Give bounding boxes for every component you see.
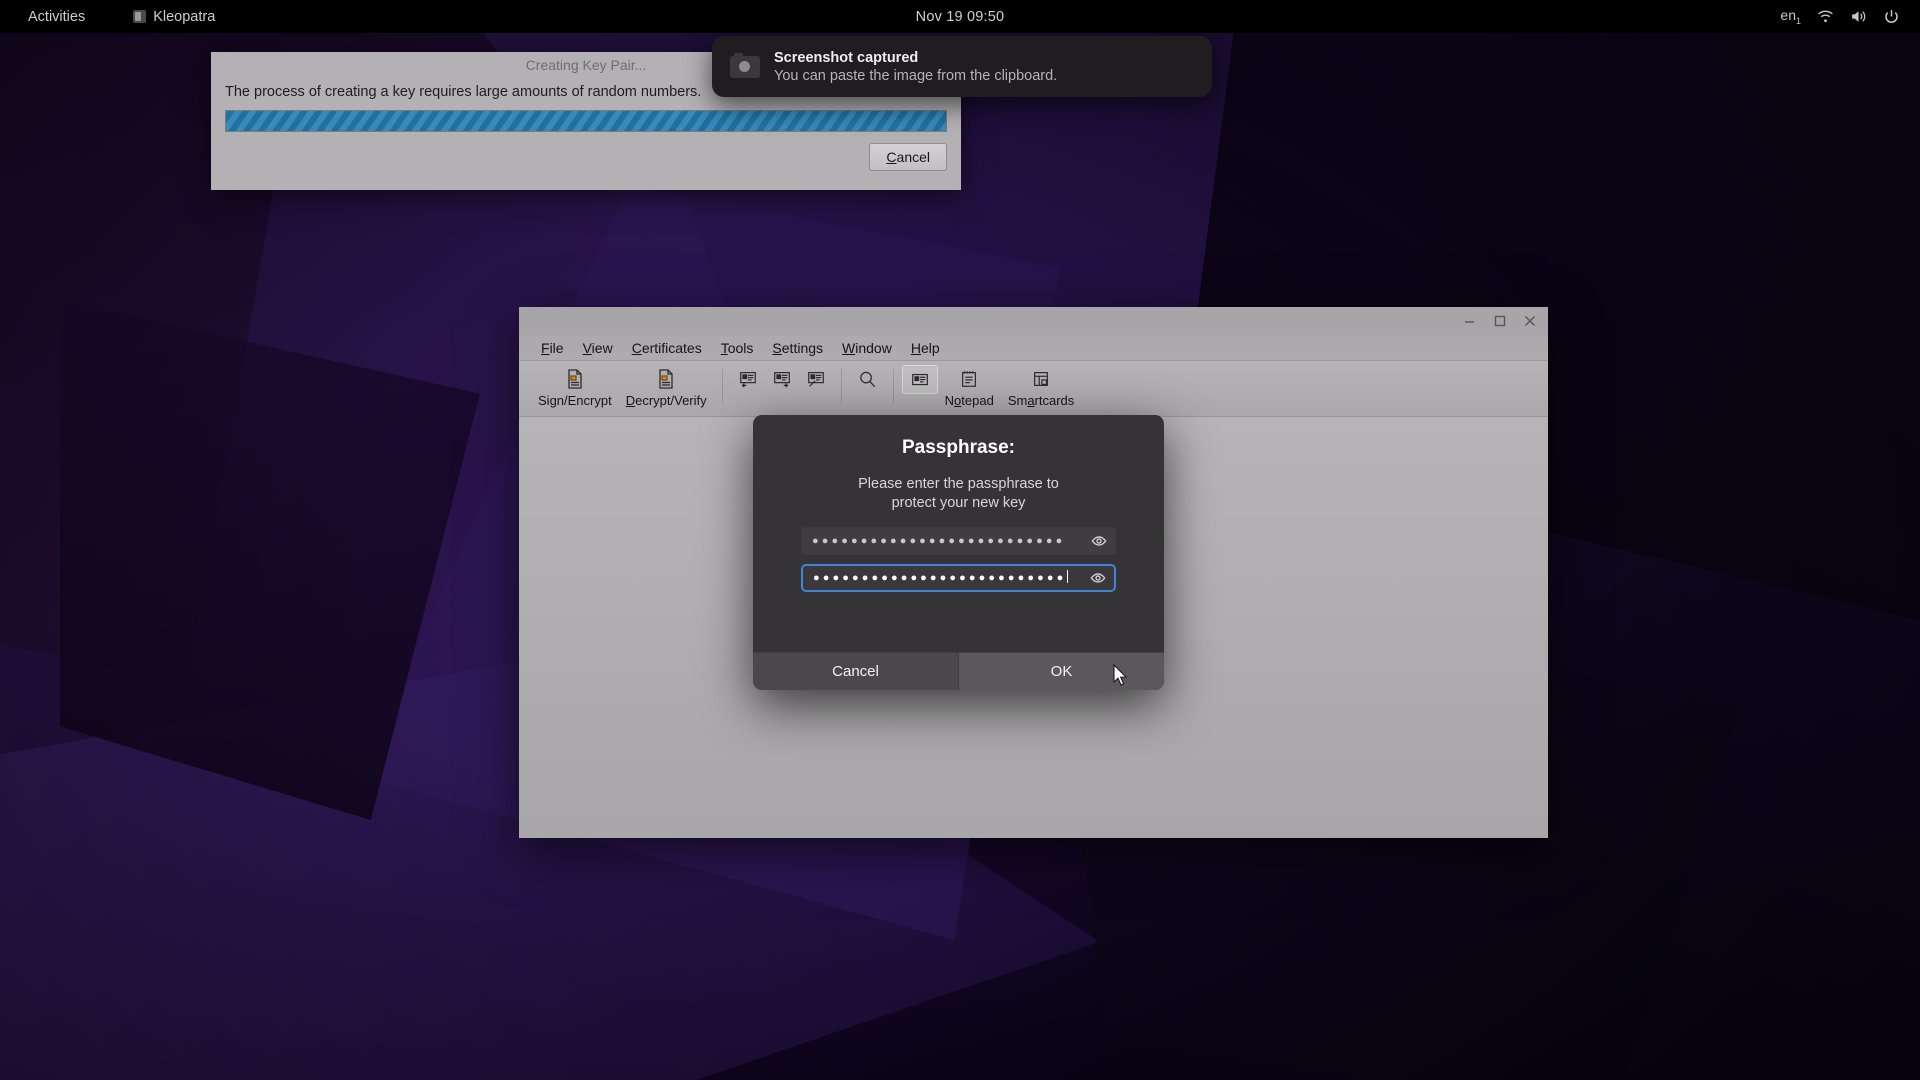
toolbar-certify-certificate[interactable] (799, 365, 833, 392)
passphrase-input-value: ●●●●●●●●●●●●●●●●●●●●●●●●●● (812, 527, 1091, 555)
decrypt-verify-icon (655, 368, 677, 390)
menubar[interactable]: File View Certificates Tools Settings Wi… (519, 335, 1548, 361)
progress-bar-wrapper (211, 100, 961, 132)
description-line-1: Please enter the passphrase to (753, 475, 1164, 494)
menu-file-label: ile (550, 340, 564, 356)
gnome-top-bar[interactable]: Activities Kleopatra Nov 19 09:50 en1 (0, 0, 1920, 33)
progress-bar (225, 110, 947, 132)
sign-encrypt-icon (564, 368, 586, 390)
toolbar-notepad-label: Notepad (945, 393, 994, 408)
cancel-button[interactable]: Cancel (753, 653, 958, 690)
passphrase-repeat-input[interactable]: ●●●●●●●●●●●●●●●●●●●●●●●●●● (801, 564, 1116, 592)
passphrase-dialog-title: Passphrase: (753, 437, 1164, 459)
maximize-icon[interactable] (1492, 313, 1508, 329)
toolbar-export-certificate[interactable] (765, 365, 799, 392)
toolbar-decrypt-verify[interactable]: Decrypt/Verify (619, 365, 714, 410)
search-icon (857, 368, 878, 390)
keygen-cancel-button[interactable]: Cancel (869, 143, 947, 171)
toolbar[interactable]: Sign/Encrypt Decrypt/Verify (519, 361, 1548, 417)
notepad-icon (959, 368, 979, 390)
screenshot-camera-icon (730, 56, 760, 78)
ok-button[interactable]: OK (958, 653, 1164, 690)
toolbar-import-certificate[interactable] (731, 365, 765, 392)
menu-file[interactable]: File (532, 337, 573, 359)
description-line-2: protect your new key (753, 494, 1164, 513)
minimize-icon[interactable] (1462, 313, 1478, 329)
repeat-dots: ●●●●●●●●●●●●●●●●●●●●●●●●●● (813, 572, 1066, 584)
smartcard-icon (1031, 368, 1051, 390)
menu-view[interactable]: View (574, 337, 622, 359)
screenshot-notification[interactable]: Screenshot captured You can paste the im… (712, 36, 1212, 97)
toolbar-separator (722, 369, 723, 403)
toolbar-notepad[interactable]: Notepad (938, 365, 1001, 410)
toolbar-separator (893, 369, 894, 403)
export-certificate-icon (772, 368, 792, 390)
notification-text: Screenshot captured You can paste the im… (774, 50, 1057, 84)
window-titlebar[interactable] (519, 307, 1548, 335)
toolbar-sign-encrypt-label: Sign/Encrypt (538, 393, 612, 408)
import-certificate-icon (738, 368, 758, 390)
passphrase-fields: ●●●●●●●●●●●●●●●●●●●●●●●●●● ●●●●●●●●●●●●●… (753, 513, 1164, 592)
eye-icon[interactable] (1091, 533, 1107, 549)
creating-key-pair-button-row: Cancel (211, 132, 961, 171)
clock[interactable]: Nov 19 09:50 (0, 9, 1920, 25)
certificates-view-icon (910, 369, 930, 391)
text-caret (1067, 570, 1068, 583)
passphrase-dialog-description: Please enter the passphrase to protect y… (753, 475, 1164, 513)
toolbar-sign-encrypt[interactable]: Sign/Encrypt (531, 365, 619, 410)
toolbar-search[interactable] (850, 365, 885, 392)
close-icon[interactable] (1522, 313, 1538, 329)
notification-title: Screenshot captured (774, 50, 1057, 66)
menu-certificates[interactable]: Certificates (623, 337, 711, 359)
passphrase-repeat-input-value: ●●●●●●●●●●●●●●●●●●●●●●●●●● (813, 564, 1090, 592)
menu-help[interactable]: Help (902, 337, 949, 359)
toolbar-separator (841, 369, 842, 403)
notification-body: You can paste the image from the clipboa… (774, 68, 1057, 84)
toolbar-certificates-view[interactable] (902, 365, 938, 394)
certify-certificate-icon (806, 368, 826, 390)
menu-window[interactable]: Window (833, 337, 901, 359)
passphrase-dialog[interactable]: Passphrase: Please enter the passphrase … (753, 415, 1164, 690)
menu-tools[interactable]: Tools (712, 337, 763, 359)
toolbar-decrypt-verify-label: Decrypt/Verify (626, 393, 707, 408)
menu-settings[interactable]: Settings (763, 337, 832, 359)
toolbar-smartcards-label: Smartcards (1008, 393, 1074, 408)
toolbar-smartcards[interactable]: Smartcards (1001, 365, 1081, 410)
passphrase-input[interactable]: ●●●●●●●●●●●●●●●●●●●●●●●●●● (801, 527, 1116, 555)
mouse-cursor (1113, 664, 1128, 692)
passphrase-dialog-buttons: Cancel OK (753, 652, 1164, 690)
eye-icon[interactable] (1090, 570, 1106, 586)
